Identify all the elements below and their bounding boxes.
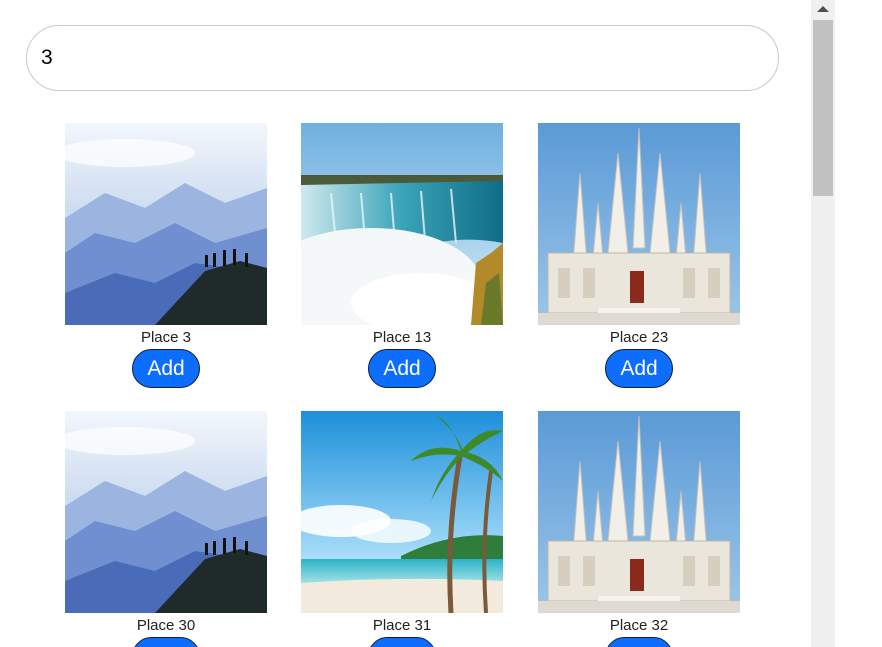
place-image-waterfall [301, 123, 503, 325]
add-button[interactable]: Add [132, 637, 200, 647]
place-card: Place 32 Add [537, 411, 741, 647]
add-button[interactable]: Add [605, 349, 673, 388]
scroll-thumb[interactable] [813, 20, 833, 196]
search-input[interactable] [26, 25, 779, 91]
place-caption: Place 13 [372, 329, 432, 346]
add-button[interactable]: Add [368, 637, 436, 647]
place-image-temple [538, 123, 740, 325]
browser-viewport: Place 3 Add [0, 0, 882, 647]
add-button[interactable]: Add [368, 349, 436, 388]
place-caption: Place 3 [140, 329, 192, 346]
scroll-up-arrow-icon[interactable] [811, 0, 835, 18]
place-image-mountain [65, 411, 267, 613]
place-card: Place 30 Add [64, 411, 268, 647]
page-content: Place 3 Add [0, 0, 811, 647]
place-image-mountain [65, 123, 267, 325]
page-margin [835, 0, 882, 647]
place-card: Place 3 Add [64, 123, 268, 388]
place-caption: Place 30 [136, 617, 196, 634]
vertical-scrollbar[interactable] [811, 0, 835, 647]
place-card: Place 13 Add [300, 123, 504, 388]
place-image-beach [301, 411, 503, 613]
add-button[interactable]: Add [605, 637, 673, 647]
place-caption: Place 31 [372, 617, 432, 634]
place-card: Place 23 Add [537, 123, 741, 388]
place-card: Place 31 Add [300, 411, 504, 647]
add-button[interactable]: Add [132, 349, 200, 388]
place-image-temple [538, 411, 740, 613]
place-caption: Place 23 [609, 329, 669, 346]
place-caption: Place 32 [609, 617, 669, 634]
